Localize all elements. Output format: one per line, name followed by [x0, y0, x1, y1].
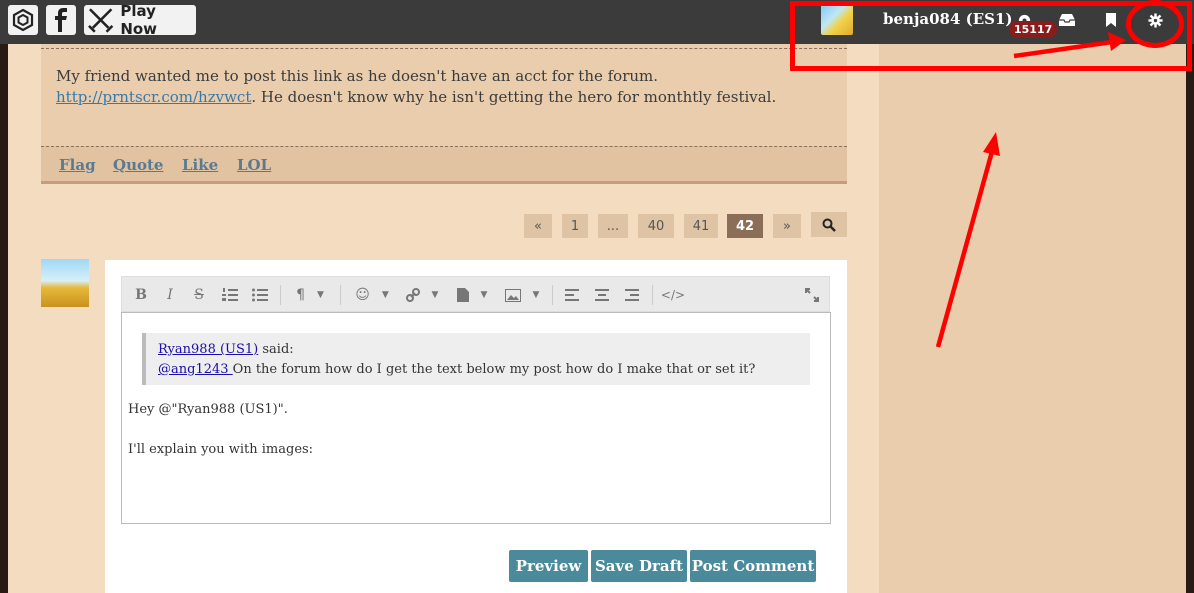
- annotation-arrow-right: [1013, 32, 1126, 59]
- annotation-arrows: [935, 32, 1126, 348]
- annotation-arrow-up: [935, 132, 1000, 348]
